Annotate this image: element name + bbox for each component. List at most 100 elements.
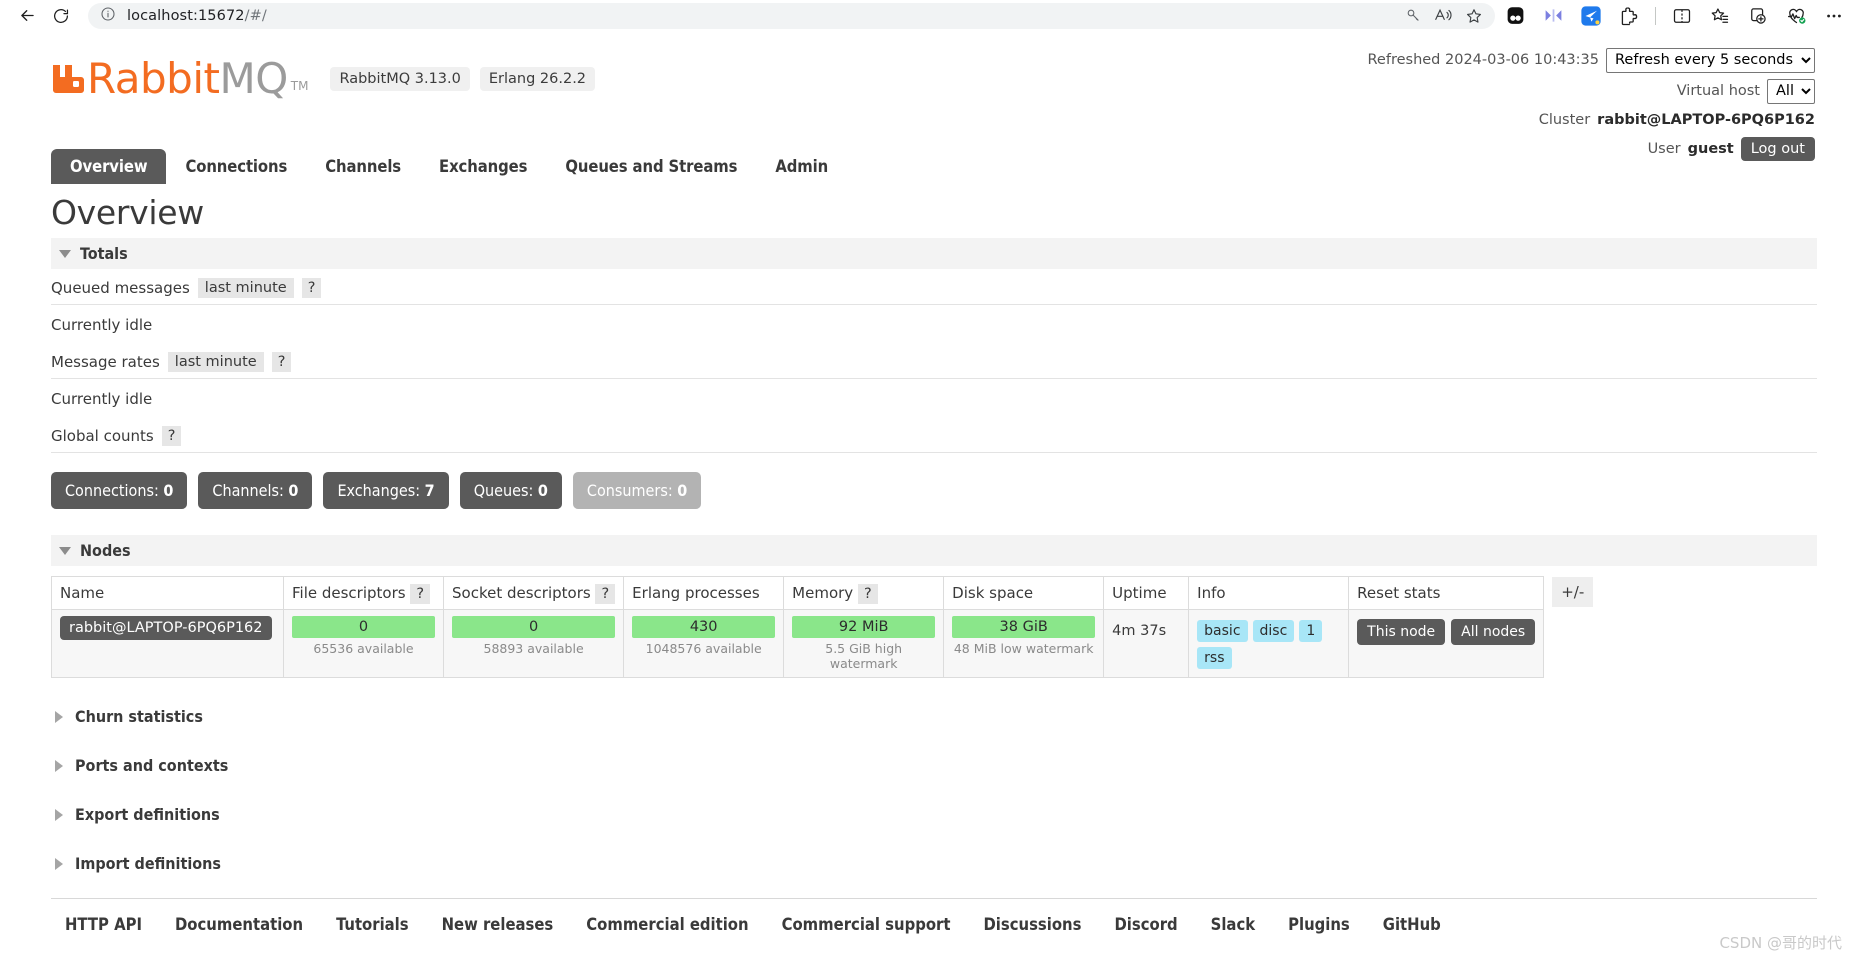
table-row: rabbit@LAPTOP-6PQ6P162 0 65536 available… [51,609,1545,678]
tab-overview[interactable]: Overview [51,149,167,184]
footer-link-documentation[interactable]: Documentation [175,915,303,934]
rabbitmq-management-page: RabbitMQ TM RabbitMQ 3.13.0 Erlang 26.2.… [0,31,1860,967]
back-arrow-icon[interactable] [10,1,44,31]
nodes-section-label: Nodes [80,541,131,560]
count-badge-channels[interactable]: Channels: 0 [198,472,313,509]
cell-disk-space: 38 GiB 48 MiB low watermark [943,609,1105,678]
col-name[interactable]: Name [51,576,284,610]
file-descriptors-available: 65536 available [313,641,414,656]
nodes-section-header[interactable]: Nodes [51,535,1817,566]
reload-icon[interactable] [44,1,78,31]
footer-link-commercial-edition[interactable]: Commercial edition [586,915,748,934]
footer-link-github[interactable]: GitHub [1383,915,1441,934]
totals-section-header[interactable]: Totals [51,238,1817,269]
add-to-collection-icon[interactable] [1746,4,1770,28]
count-badge-exchanges[interactable]: Exchanges: 7 [323,472,449,509]
user-row: User guest Log out [1368,136,1815,162]
message-rates-status: Currently idle [51,390,153,408]
chevron-down-icon [59,249,71,258]
footer-link-slack[interactable]: Slack [1211,915,1255,934]
puzzle-extensions-icon[interactable] [1617,4,1641,28]
extensions-tray [1503,4,1846,28]
tab-channels[interactable]: Channels [306,149,420,184]
read-aloud-icon[interactable] [1434,7,1453,24]
erlang-version-badge: Erlang 26.2.2 [479,67,596,91]
tab-exchanges[interactable]: Exchanges [420,149,546,184]
cell-socket-descriptors: 0 58893 available [442,609,625,678]
address-bar[interactable]: localhost:15672/#/ [88,2,1495,29]
info-chip-count[interactable]: 1 [1299,620,1323,642]
reset-all-nodes-button[interactable]: All nodes [1451,619,1536,645]
global-counts-help-icon[interactable]: ? [161,426,182,446]
count-badge-connections[interactable]: Connections: 0 [51,472,188,509]
reset-this-node-button[interactable]: This node [1357,619,1446,645]
footer-link-new-releases[interactable]: New releases [442,915,554,934]
message-rates-period[interactable]: last minute [167,352,264,372]
col-file-descriptors[interactable]: File descriptors ? [283,576,444,610]
reset-stats-buttons: This node All nodes [1357,616,1536,645]
queued-messages-period[interactable]: last minute [197,278,294,298]
socket-descriptors-help-icon[interactable]: ? [595,584,616,604]
tray-divider [1655,6,1656,25]
split-screen-icon[interactable] [1670,4,1694,28]
split-arrows-icon[interactable] [1541,4,1565,28]
cluster-name: rabbit@LAPTOP-6PQ6P162 [1597,112,1815,128]
collections-star-icon[interactable] [1708,4,1732,28]
vhost-select[interactable]: All [1767,78,1815,104]
copilot-icon[interactable] [1579,4,1603,28]
section-churn-statistics[interactable]: Churn statistics [51,692,1825,741]
memory-help-icon[interactable]: ? [857,584,878,604]
count-badge-queues[interactable]: Queues: 0 [459,472,562,509]
footer-link-plugins[interactable]: Plugins [1288,915,1350,934]
footer-link-discussions[interactable]: Discussions [983,915,1081,934]
churn-statistics-label: Churn statistics [75,707,203,726]
file-descriptors-help-icon[interactable]: ? [410,584,431,604]
chevron-right-icon [55,857,63,870]
message-rates-help-icon[interactable]: ? [271,352,292,372]
chevron-right-icon [55,808,63,821]
section-export-definitions[interactable]: Export definitions [51,790,1825,839]
footer-divider [51,898,1817,899]
version-badges: RabbitMQ 3.13.0 Erlang 26.2.2 [330,67,596,91]
browser-essentials-icon[interactable] [1784,4,1808,28]
uptime-value: 4m 37s [1112,623,1167,639]
settings-more-icon[interactable] [1822,4,1846,28]
col-info[interactable]: Info [1188,576,1350,610]
col-memory[interactable]: Memory ? [783,576,945,610]
page-header: RabbitMQ TM RabbitMQ 3.13.0 Erlang 26.2.… [35,41,1825,161]
toggle-columns-button[interactable]: +/- [1552,577,1594,607]
info-circle-icon[interactable] [100,6,116,26]
chevron-right-icon [55,759,63,772]
footer-links: HTTP API Documentation Tutorials New rel… [65,915,1825,934]
queued-messages-help-icon[interactable]: ? [301,278,322,298]
extension-dark-icon[interactable] [1503,4,1527,28]
col-socket-descriptors[interactable]: Socket descriptors ? [442,576,625,610]
section-import-definitions[interactable]: Import definitions [51,839,1825,888]
footer-link-http-api[interactable]: HTTP API [65,915,142,934]
col-reset-stats[interactable]: Reset stats [1348,576,1545,610]
footer-link-commercial-support[interactable]: Commercial support [782,915,951,934]
logout-button[interactable]: Log out [1740,137,1815,161]
node-name-link[interactable]: rabbit@LAPTOP-6PQ6P162 [60,616,272,640]
count-badge-consumers[interactable]: Consumers: 0 [572,472,702,509]
favorite-star-icon[interactable] [1465,7,1483,25]
col-erlang-processes[interactable]: Erlang processes [623,576,785,610]
nodes-table-wrapper: Name File descriptors ? Socket descripto… [51,576,1817,678]
footer-link-discord[interactable]: Discord [1114,915,1177,934]
tab-connections[interactable]: Connections [166,149,306,184]
brand-wordmark: RabbitMQ [87,54,288,103]
refresh-interval-select[interactable]: Refresh every 5 seconds [1606,47,1815,73]
tab-queues-and-streams[interactable]: Queues and Streams [546,149,756,184]
tab-admin[interactable]: Admin [756,149,847,184]
col-disk-space[interactable]: Disk space [943,576,1105,610]
export-definitions-label: Export definitions [75,805,220,824]
key-icon[interactable] [1405,7,1422,24]
info-chip-basic[interactable]: basic [1197,620,1248,642]
info-chip-disc[interactable]: disc [1252,620,1295,642]
col-uptime[interactable]: Uptime [1103,576,1190,610]
section-ports-and-contexts[interactable]: Ports and contexts [51,741,1825,790]
info-chip-rss[interactable]: rss [1197,647,1232,669]
memory-meter: 92 MiB [792,616,936,638]
disk-space-meter: 38 GiB [952,616,1096,638]
footer-link-tutorials[interactable]: Tutorials [336,915,409,934]
